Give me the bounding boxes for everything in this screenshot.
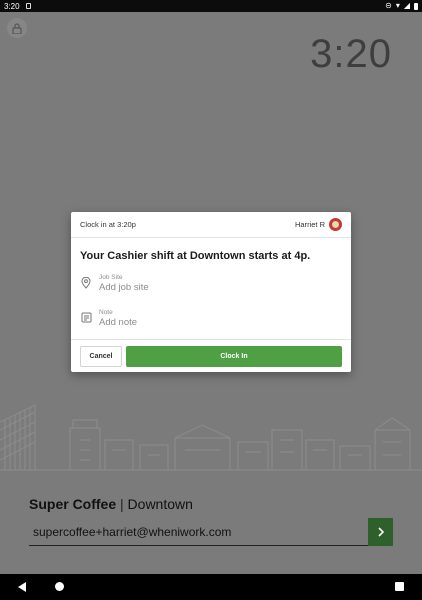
email-input[interactable]: [29, 518, 368, 546]
user-name: Harriet R: [294, 220, 325, 229]
user-chip: Harriet R: [295, 218, 342, 231]
sd-card-icon: [25, 3, 31, 9]
location-pin-icon: [81, 277, 91, 289]
do-not-disturb-icon: ⊝: [385, 1, 392, 10]
wifi-icon: ▾: [395, 1, 400, 10]
dialog-footer: Cancel Clock In: [71, 339, 351, 372]
email-row: [29, 518, 393, 546]
lock-button[interactable]: [7, 18, 27, 38]
back-icon[interactable]: [18, 582, 27, 592]
avatar: [329, 218, 342, 231]
clock-in-button[interactable]: Clock In: [126, 345, 342, 367]
job-site-value: Add job site: [99, 282, 149, 293]
note-icon: [81, 312, 92, 323]
cancel-button[interactable]: Cancel: [80, 345, 122, 367]
note-field[interactable]: Note Add note: [71, 305, 351, 340]
home-icon[interactable]: [55, 582, 64, 591]
lock-clock: 3:20: [310, 32, 392, 76]
shift-message: Your Cashier shift at Downtown starts at…: [80, 250, 311, 262]
lock-icon: [12, 22, 22, 34]
status-time: 3:20: [4, 1, 20, 11]
brand-separator: |: [120, 496, 124, 512]
location-name: Downtown: [127, 496, 193, 512]
note-value: Add note: [99, 317, 138, 328]
status-icons: ⊝ ▾ ◢: [385, 2, 418, 10]
clock-in-dialog: Clock in at 3:20p Harriet R Your Cashier…: [71, 212, 351, 372]
battery-icon: [414, 2, 418, 10]
navigation-bar: [0, 574, 422, 600]
chevron-right-icon: [377, 527, 384, 537]
dialog-header-text: Clock in at 3:20p: [80, 220, 136, 229]
note-label: Note: [99, 309, 113, 316]
go-button[interactable]: [368, 518, 393, 546]
signal-icon: ◢: [403, 1, 410, 10]
status-bar: 3:20 ⊝ ▾ ◢: [0, 0, 422, 12]
recents-icon[interactable]: [395, 582, 404, 591]
company-location: Super Coffee | Downtown: [29, 496, 193, 512]
job-site-label: Job Site: [99, 274, 123, 281]
job-site-field[interactable]: Job Site Add job site: [71, 270, 351, 305]
city-skyline-illustration: [0, 404, 422, 471]
company-name: Super Coffee: [29, 496, 117, 512]
dialog-header: Clock in at 3:20p Harriet R: [71, 212, 351, 238]
